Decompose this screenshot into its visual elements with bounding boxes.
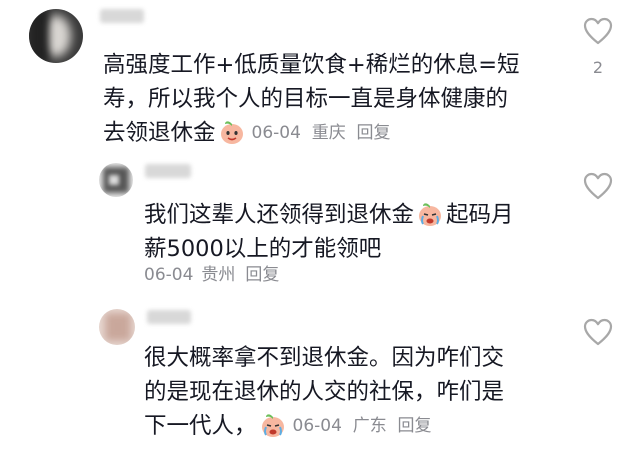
heart-icon[interactable] — [583, 17, 613, 45]
reply-button[interactable]: 回复 — [245, 265, 279, 285]
avatar[interactable] — [29, 9, 83, 63]
comment-date: 06-04 — [144, 265, 194, 285]
username-blurred[interactable] — [100, 9, 144, 23]
comment-date: 06-04 — [292, 416, 342, 436]
peach-crying-emoji-icon — [261, 414, 284, 437]
username-blurred[interactable] — [145, 164, 191, 178]
comment-meta: 06-04 贵州 回复 — [144, 263, 287, 287]
username-blurred[interactable] — [147, 310, 191, 324]
reply-button[interactable]: 回复 — [357, 123, 391, 143]
peach-emoji-icon — [220, 121, 243, 144]
avatar[interactable] — [99, 163, 133, 197]
reply-button[interactable]: 回复 — [398, 416, 432, 436]
reply-item: 我们这辈人还领得到退休金 起码月 薪5000以上的才能领吧 06-04 贵州 回复 — [0, 150, 640, 298]
peach-crying-emoji-icon — [419, 203, 442, 226]
comment-text: 高强度工作+低质量饮食+稀烂的休息=短 寿，所以我个人的目标一直是身体健康的 去… — [103, 52, 520, 146]
comment-item: 高强度工作+低质量饮食+稀烂的休息=短 寿，所以我个人的目标一直是身体健康的 去… — [0, 0, 640, 150]
reply-item: 很大概率拿不到退休金。因为咋们交 的是现在退休的人交的社保，咋们是 下一代人， 0… — [0, 298, 640, 459]
heart-icon[interactable] — [583, 172, 613, 200]
heart-icon[interactable] — [583, 318, 613, 346]
comment-location: 广东 — [352, 416, 387, 436]
comment-text: 很大概率拿不到退休金。因为咋们交 的是现在退休的人交的社保，咋们是 下一代人， 0… — [144, 345, 505, 439]
comment-location: 贵州 — [201, 265, 236, 285]
avatar[interactable] — [99, 309, 135, 345]
like-count: 2 — [592, 58, 604, 77]
comment-text: 我们这辈人还领得到退休金 起码月 薪5000以上的才能领吧 — [144, 202, 514, 262]
